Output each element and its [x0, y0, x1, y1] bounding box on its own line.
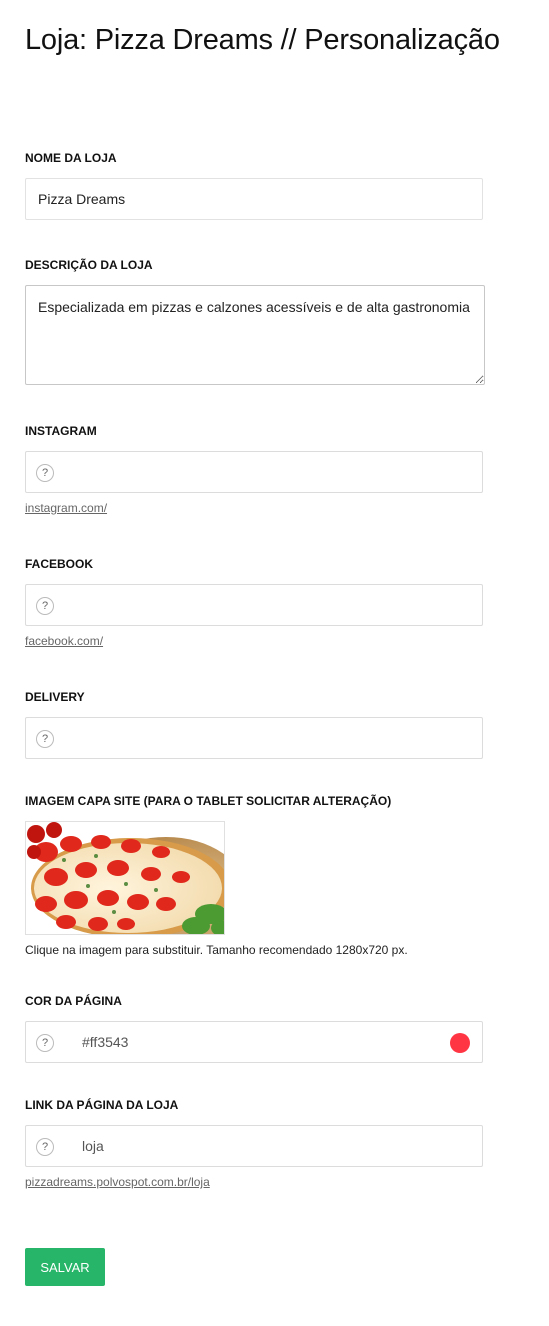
store-name-input[interactable]	[26, 179, 482, 219]
description-textarea[interactable]: Especializada em pizzas e calzones acess…	[25, 285, 485, 385]
instagram-field: ?	[25, 451, 483, 493]
instagram-label: INSTAGRAM	[25, 424, 97, 438]
instagram-hint-link[interactable]: instagram.com/	[25, 501, 107, 515]
delivery-label: DELIVERY	[25, 690, 85, 704]
color-swatch[interactable]	[450, 1033, 470, 1053]
page-color-input[interactable]	[72, 1022, 452, 1062]
pizza-cover-image	[26, 822, 224, 934]
facebook-label: FACEBOOK	[25, 557, 94, 571]
delivery-input[interactable]	[72, 718, 452, 758]
store-name-label: NOME DA LOJA	[25, 151, 117, 165]
store-link-field: ?	[25, 1125, 483, 1167]
facebook-help-icon[interactable]: ?	[36, 597, 54, 615]
page-title: Loja: Pizza Dreams // Personalização	[25, 24, 500, 56]
page-color-label: COR DA PÁGINA	[25, 994, 122, 1008]
store-name-field-wrapper	[25, 178, 483, 220]
delivery-help-icon[interactable]: ?	[36, 730, 54, 748]
facebook-hint-link[interactable]: facebook.com/	[25, 634, 103, 648]
facebook-field: ?	[25, 584, 483, 626]
cover-image-caption: Clique na imagem para substituir. Tamanh…	[25, 943, 408, 957]
page-color-help-icon[interactable]: ?	[36, 1034, 54, 1052]
instagram-help-icon[interactable]: ?	[36, 464, 54, 482]
description-label: DESCRIÇÃO DA LOJA	[25, 258, 153, 272]
cover-image-button[interactable]	[25, 821, 225, 935]
instagram-input[interactable]	[72, 452, 452, 492]
facebook-input[interactable]	[72, 585, 452, 625]
cover-image-label: IMAGEM CAPA SITE (PARA O TABLET SOLICITA…	[25, 794, 392, 808]
page-color-field: ?	[25, 1021, 483, 1063]
delivery-field: ?	[25, 717, 483, 759]
store-link-help-icon[interactable]: ?	[36, 1138, 54, 1156]
store-link-input[interactable]	[72, 1126, 452, 1166]
store-link-label: LINK DA PÁGINA DA LOJA	[25, 1098, 179, 1112]
save-button[interactable]: SALVAR	[25, 1248, 105, 1286]
store-link-hint-link[interactable]: pizzadreams.polvospot.com.br/loja	[25, 1175, 210, 1189]
